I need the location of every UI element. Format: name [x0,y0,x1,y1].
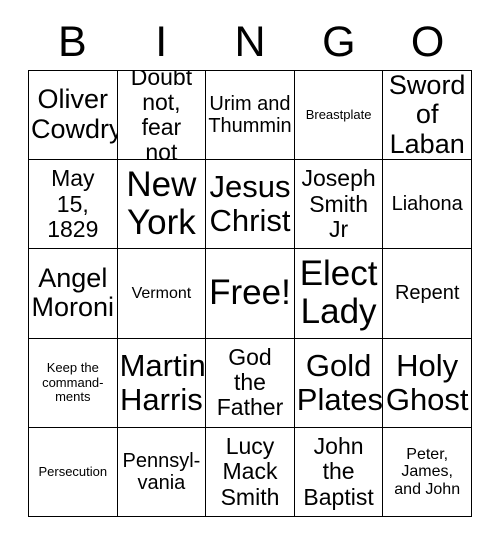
bingo-cell-label: Peter, James, and John [394,445,461,498]
bingo-cell-label: Pennsyl- vania [122,449,201,494]
bingo-cell-label: Doubt not, fear not [130,71,193,161]
bingo-cell-label: Vermont [131,284,192,302]
bingo-cell-label: Holy Ghost [385,347,469,417]
bingo-cell[interactable]: John the Baptist [294,427,384,517]
bingo-cell-label: God the Father [216,343,284,421]
bingo-header-letter-g: G [322,17,356,66]
bingo-cell[interactable]: God the Father [206,338,295,428]
bingo-cell-label: Persecution [38,463,108,479]
bingo-free-space-label: Free! [209,273,291,313]
bingo-cell[interactable]: Joseph Smith Jr [294,160,384,250]
bingo-free-space-cell[interactable]: Free! [206,249,295,339]
bingo-cell[interactable]: Elect Lady [294,249,384,339]
bingo-cell-label: Lucy Mack Smith [220,432,280,510]
bingo-cell-label: Repent [394,282,460,305]
bingo-cell[interactable]: Angel Moroni [29,249,118,339]
bingo-header-letter-b: B [58,17,87,66]
bingo-header-letter-o: O [410,17,445,66]
bingo-grid: Oliver Cowdry Doubt not, fear not Urim and… [28,70,472,517]
bingo-cell[interactable]: Gold Plates [294,338,384,428]
bingo-cell[interactable]: Vermont [117,249,207,339]
bingo-cell-label: Jesus Christ [209,169,291,239]
bingo-cell[interactable]: Repent [383,249,472,339]
bingo-cell[interactable]: Breastplate [294,71,384,161]
bingo-cell[interactable]: Martin Harris [117,338,207,428]
bingo-cell[interactable]: Pennsyl- vania [117,427,207,517]
bingo-cell-label: May 15, 1829 [47,165,99,242]
bingo-cell[interactable]: Keep the command- ments [29,338,118,428]
bingo-cell[interactable]: Urim and Thummin [206,71,295,161]
bingo-cell-label: Joseph Smith Jr [301,165,376,242]
bingo-cell[interactable]: Jesus Christ [206,160,295,250]
bingo-header-letter-i: I [155,17,168,66]
bingo-cell-label: Liahona [391,193,463,216]
bingo-header: B I N G O [28,14,472,70]
bingo-cell[interactable]: Persecution [29,427,118,517]
bingo-cell-label: Breastplate [305,106,372,122]
bingo-cell-label: Keep the command- ments [42,360,104,404]
bingo-cell[interactable]: Sword of Laban [383,71,472,161]
bingo-cell[interactable]: Lucy Mack Smith [206,427,295,517]
bingo-cell-label: New York [126,164,197,243]
bingo-cell[interactable]: Peter, James, and John [383,427,472,517]
bingo-cell-label: Elect Lady [299,253,378,332]
bingo-header-letter-n: N [234,17,266,66]
bingo-cell[interactable]: New York [117,160,207,250]
bingo-cell-label: Oliver Cowdry [31,84,118,145]
bingo-cell-label: Sword of Laban [388,71,466,159]
bingo-cell[interactable]: Doubt not, fear not [117,71,207,161]
bingo-cell[interactable]: Liahona [383,160,472,250]
bingo-cell-label: Urim and Thummin [208,93,292,138]
bingo-cell-label: Martin Harris [119,347,206,417]
bingo-cell[interactable]: Oliver Cowdry [29,71,118,161]
bingo-cell-label: Gold Plates [296,347,383,417]
bingo-cell[interactable]: Holy Ghost [383,338,472,428]
bingo-cell[interactable]: May 15, 1829 [29,160,118,250]
bingo-cell-label: John the Baptist [303,432,374,510]
bingo-card: B I N G O Oliver Cowdry Doubt not, fear n… [0,0,500,544]
bingo-cell-label: Angel Moroni [31,262,115,323]
